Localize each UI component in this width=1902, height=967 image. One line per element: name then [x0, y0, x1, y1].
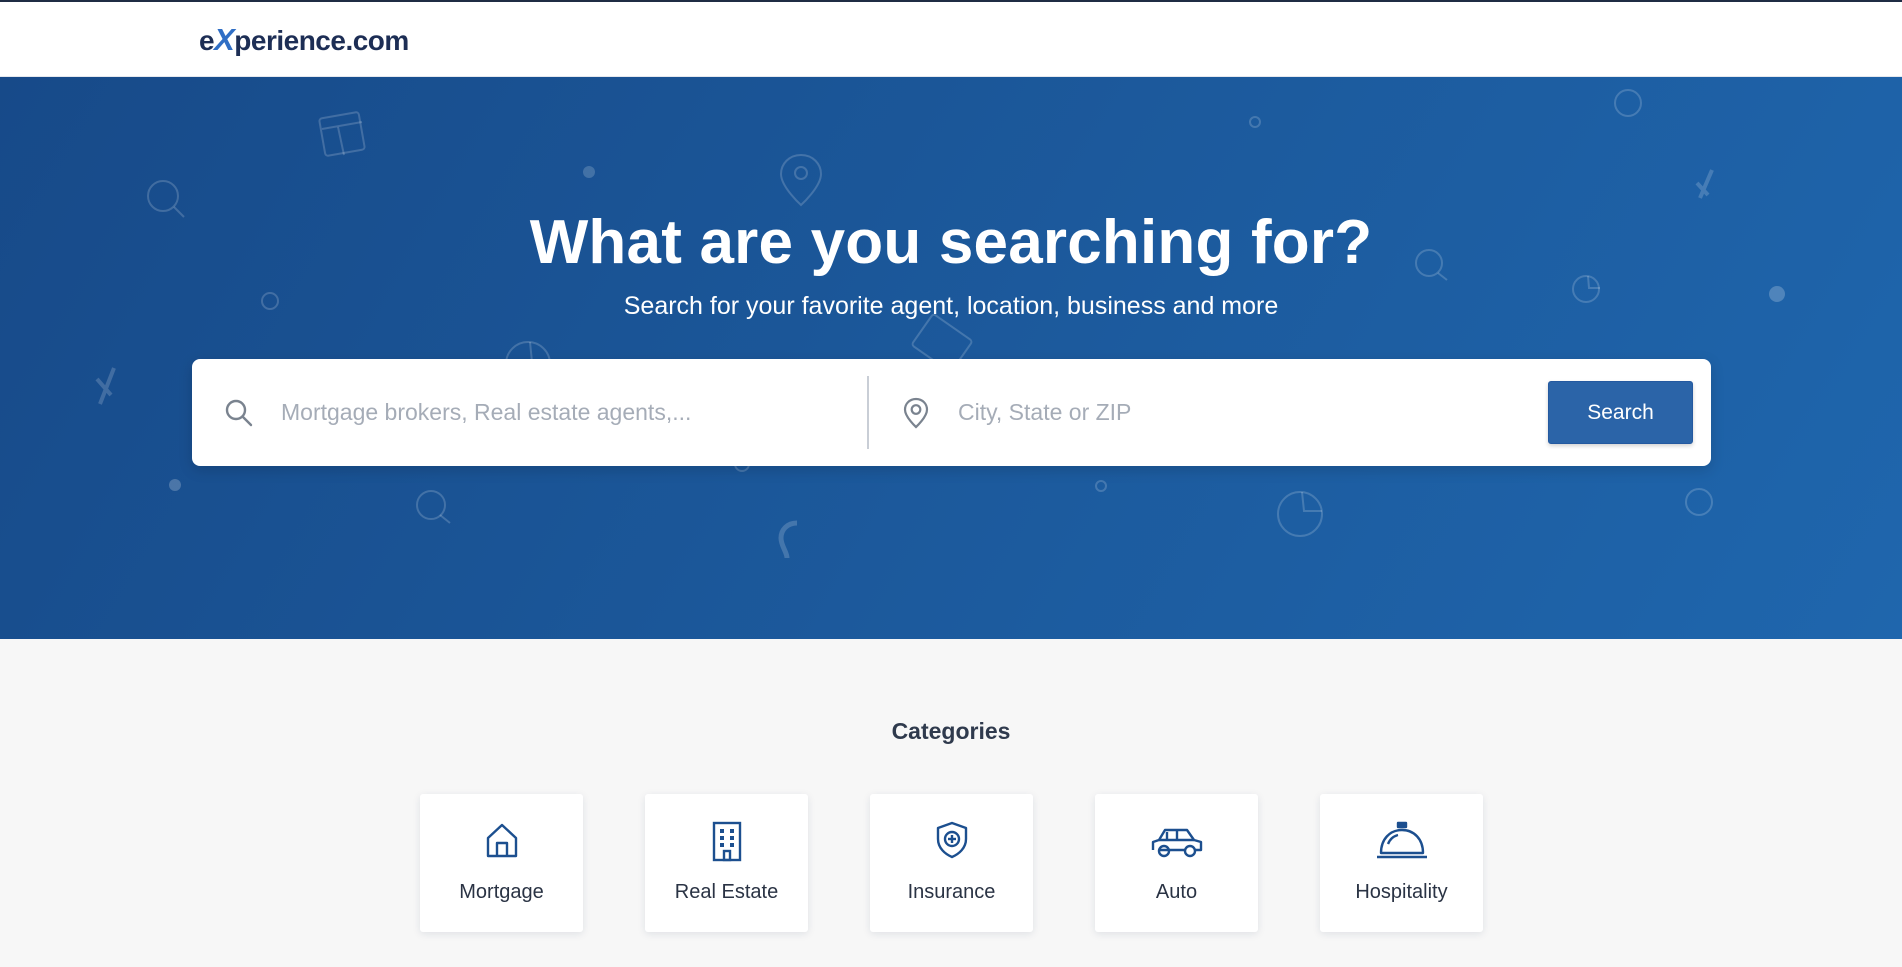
category-card-real-estate[interactable]: Real Estate [645, 794, 808, 932]
car-icon [1095, 820, 1258, 864]
category-label: Auto [1155, 881, 1198, 903]
map-pin-icon [899, 396, 933, 430]
category-label: Hospitality [1355, 881, 1448, 903]
what-search-field [192, 359, 867, 466]
shield-plus-icon [870, 820, 1033, 864]
logo-x: X [214, 22, 235, 57]
logo-suffix: perience.com [234, 25, 409, 56]
decor-chart-card-icon [318, 111, 366, 157]
home-icon [420, 820, 583, 864]
category-card-hospitality[interactable]: Hospitality [1320, 794, 1483, 932]
hero-section: What are you searching for? Search for y… [0, 77, 1902, 639]
hero-title: What are you searching for? [529, 208, 1373, 277]
decor-pie-icon-3 [1277, 491, 1323, 537]
hero-decorative-pattern [95, 89, 1785, 559]
categories-heading: Categories [891, 718, 1011, 744]
logo-prefix: e [199, 25, 215, 56]
what-search-input[interactable] [281, 390, 841, 435]
decor-search-icon-3 [416, 490, 451, 524]
location-search-input[interactable] [958, 390, 1518, 435]
service-bell-icon [1320, 820, 1483, 864]
site-header: e Xperience.com [0, 2, 1902, 77]
category-card-insurance[interactable]: Insurance [870, 794, 1033, 932]
search-button[interactable]: Search [1548, 381, 1693, 444]
category-card-mortgage[interactable]: Mortgage [420, 794, 583, 932]
search-bar: Search [192, 359, 1711, 466]
category-label: Insurance [907, 881, 996, 903]
decor-pin-icon [779, 153, 823, 207]
search-icon [222, 396, 256, 430]
category-card-auto[interactable]: Auto [1095, 794, 1258, 932]
hero-subtitle: Search for your favorite agent, location… [623, 292, 1279, 320]
category-label: Mortgage [459, 881, 544, 903]
site-logo[interactable]: e Xperience.com [199, 22, 409, 58]
location-search-field [869, 359, 1529, 466]
building-icon [645, 820, 808, 864]
category-label: Real Estate [674, 881, 779, 903]
